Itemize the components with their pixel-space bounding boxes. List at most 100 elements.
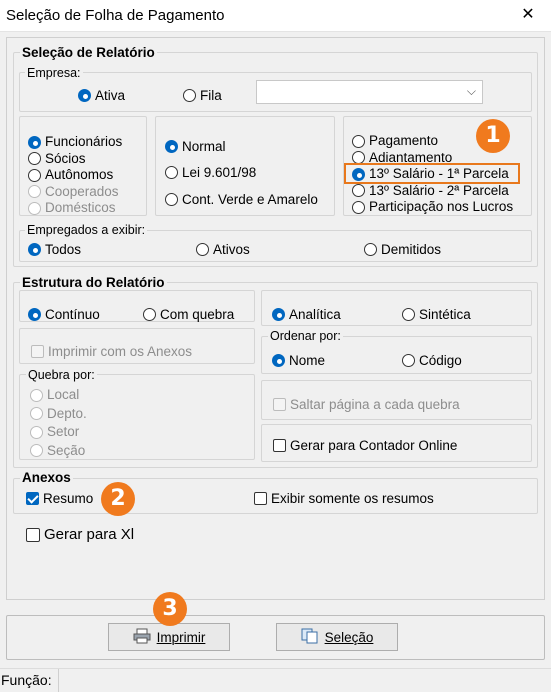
estrutura-legend: Estrutura do Relatório — [20, 275, 167, 290]
radio-icon — [402, 308, 415, 321]
com-quebra-label: Com quebra — [160, 307, 235, 322]
empresa-fila-label: Fila — [200, 88, 222, 103]
anexos-legend: Anexos — [20, 470, 73, 485]
quebra-setor-label: Setor — [47, 424, 80, 439]
ordenar-nome-label: Nome — [289, 353, 326, 368]
checkbox-icon — [254, 492, 267, 505]
exibir-resumos-checkbox[interactable]: Exibir somente os resumos — [254, 491, 434, 506]
continuo-label: Contínuo — [45, 307, 100, 322]
radio-selected-icon — [28, 135, 41, 149]
domesticos-radio: Domésticos — [28, 200, 122, 217]
continuo-radio[interactable]: Contínuo — [28, 307, 100, 322]
gerar-xl-label: Gerar para Xl — [44, 526, 135, 543]
close-icon[interactable]: ✕ — [518, 5, 538, 25]
quebra-legend: Quebra por: — [26, 368, 97, 382]
gerar-contador-checkbox[interactable]: Gerar para Contador Online — [273, 438, 457, 453]
demitidos-radio[interactable]: Demitidos — [364, 242, 441, 257]
sintetica-radio[interactable]: Sintética — [402, 307, 471, 322]
radio-icon — [183, 89, 196, 102]
radio-icon — [165, 166, 178, 179]
quebra-local-label: Local — [47, 387, 80, 402]
todos-radio[interactable]: Todos — [28, 242, 81, 257]
gerar-contador-label: Gerar para Contador Online — [290, 438, 458, 453]
quebra-local-radio: Local — [30, 386, 87, 405]
analitica-radio[interactable]: Analítica — [272, 307, 341, 322]
funcionarios-label: Funcionários — [45, 134, 123, 149]
radio-icon — [28, 168, 41, 182]
imprimir-anexos-label: Imprimir com os Anexos — [48, 344, 193, 359]
decimo-2-label: 13º Salário - 2ª Parcela — [369, 182, 509, 198]
empresa-legend: Empresa: — [25, 66, 83, 80]
step-badge-3: 3 — [153, 592, 187, 626]
radio-selected-icon — [28, 243, 41, 256]
radio-disabled-icon — [30, 388, 43, 402]
radio-icon — [352, 134, 365, 148]
checkbox-disabled-icon — [31, 345, 44, 358]
imprimir-label: Imprimir — [156, 629, 206, 645]
lei-label: Lei 9.601/98 — [182, 165, 257, 180]
step-badge-1: 1 — [476, 119, 510, 153]
ordenar-codigo-radio[interactable]: Código — [402, 353, 462, 368]
selecao-button[interactable]: Seleção — [276, 623, 398, 651]
analitica-label: Analítica — [289, 307, 341, 322]
checkbox-disabled-icon — [273, 398, 286, 411]
radio-disabled-icon — [30, 425, 43, 439]
selecao-relatorio-legend: Seleção de Relatório — [20, 45, 157, 60]
radio-disabled-icon — [30, 444, 43, 458]
ativos-label: Ativos — [213, 242, 250, 257]
radio-icon — [196, 243, 209, 256]
domesticos-label: Domésticos — [45, 200, 116, 215]
status-divider — [58, 669, 59, 692]
cont-verde-radio[interactable]: Cont. Verde e Amarelo — [165, 192, 318, 207]
radio-icon — [143, 308, 156, 321]
saltar-pagina-label: Saltar página a cada quebra — [290, 397, 460, 412]
quebra-depto-label: Depto. — [47, 405, 87, 421]
empresa-ativa-radio[interactable]: Ativa — [78, 88, 125, 103]
radio-selected-icon — [272, 308, 285, 321]
gerar-xl-checkbox[interactable]: Gerar para Xl — [26, 526, 134, 543]
tipo-pessoa-list: Funcionários Sócios Autônomos Cooperados… — [28, 134, 122, 217]
title-bar: Seleção de Folha de Pagamento ✕ — [0, 0, 551, 32]
funcao-label: Função: — [1, 672, 52, 688]
pagamento-label: Pagamento — [369, 133, 439, 148]
chevron-down-icon: ⌵ — [466, 84, 476, 98]
radio-icon — [402, 354, 415, 367]
highlight-box — [344, 163, 520, 184]
ordenar-nome-radio[interactable]: Nome — [272, 353, 325, 368]
imprimir-button[interactable]: Imprimir — [108, 623, 230, 651]
radio-icon — [364, 243, 377, 256]
normal-radio[interactable]: Normal — [165, 139, 226, 154]
decimo-2-radio[interactable]: 13º Salário - 2ª Parcela — [352, 183, 513, 200]
com-quebra-radio[interactable]: Com quebra — [143, 307, 234, 322]
empresa-fila-radio[interactable]: Fila — [183, 88, 222, 103]
selecao-label: Seleção — [324, 629, 374, 645]
step-badge-2: 2 — [101, 482, 135, 516]
ativos-radio[interactable]: Ativos — [196, 242, 250, 257]
radio-icon — [28, 152, 41, 166]
cooperados-radio: Cooperados — [28, 184, 122, 201]
empresa-fila-combo[interactable]: ⌵ — [256, 80, 483, 104]
lei-radio[interactable]: Lei 9.601/98 — [165, 165, 256, 180]
checkbox-icon — [273, 439, 286, 452]
resumo-label: Resumo — [43, 491, 94, 506]
radio-selected-icon — [165, 140, 178, 153]
sintetica-label: Sintética — [419, 307, 471, 322]
autonomos-label: Autônomos — [45, 167, 114, 182]
funcionarios-radio[interactable]: Funcionários — [28, 134, 122, 151]
normal-label: Normal — [182, 139, 226, 154]
cooperados-label: Cooperados — [45, 183, 119, 199]
saltar-pagina-checkbox: Saltar página a cada quebra — [273, 397, 460, 412]
radio-disabled-icon — [28, 201, 41, 215]
window-title: Seleção de Folha de Pagamento — [6, 7, 225, 24]
socios-label: Sócios — [45, 150, 86, 166]
autonomos-radio[interactable]: Autônomos — [28, 167, 122, 184]
checkbox-icon — [26, 527, 40, 542]
radio-disabled-icon — [28, 185, 41, 199]
resumo-checkbox[interactable]: Resumo — [26, 491, 93, 506]
socios-radio[interactable]: Sócios — [28, 151, 122, 168]
status-bar: Função: — [0, 668, 551, 692]
copy-icon — [301, 628, 319, 647]
participacao-radio[interactable]: Participação nos Lucros — [352, 199, 513, 216]
participacao-label: Participação nos Lucros — [369, 199, 514, 214]
cont-verde-label: Cont. Verde e Amarelo — [182, 192, 318, 207]
